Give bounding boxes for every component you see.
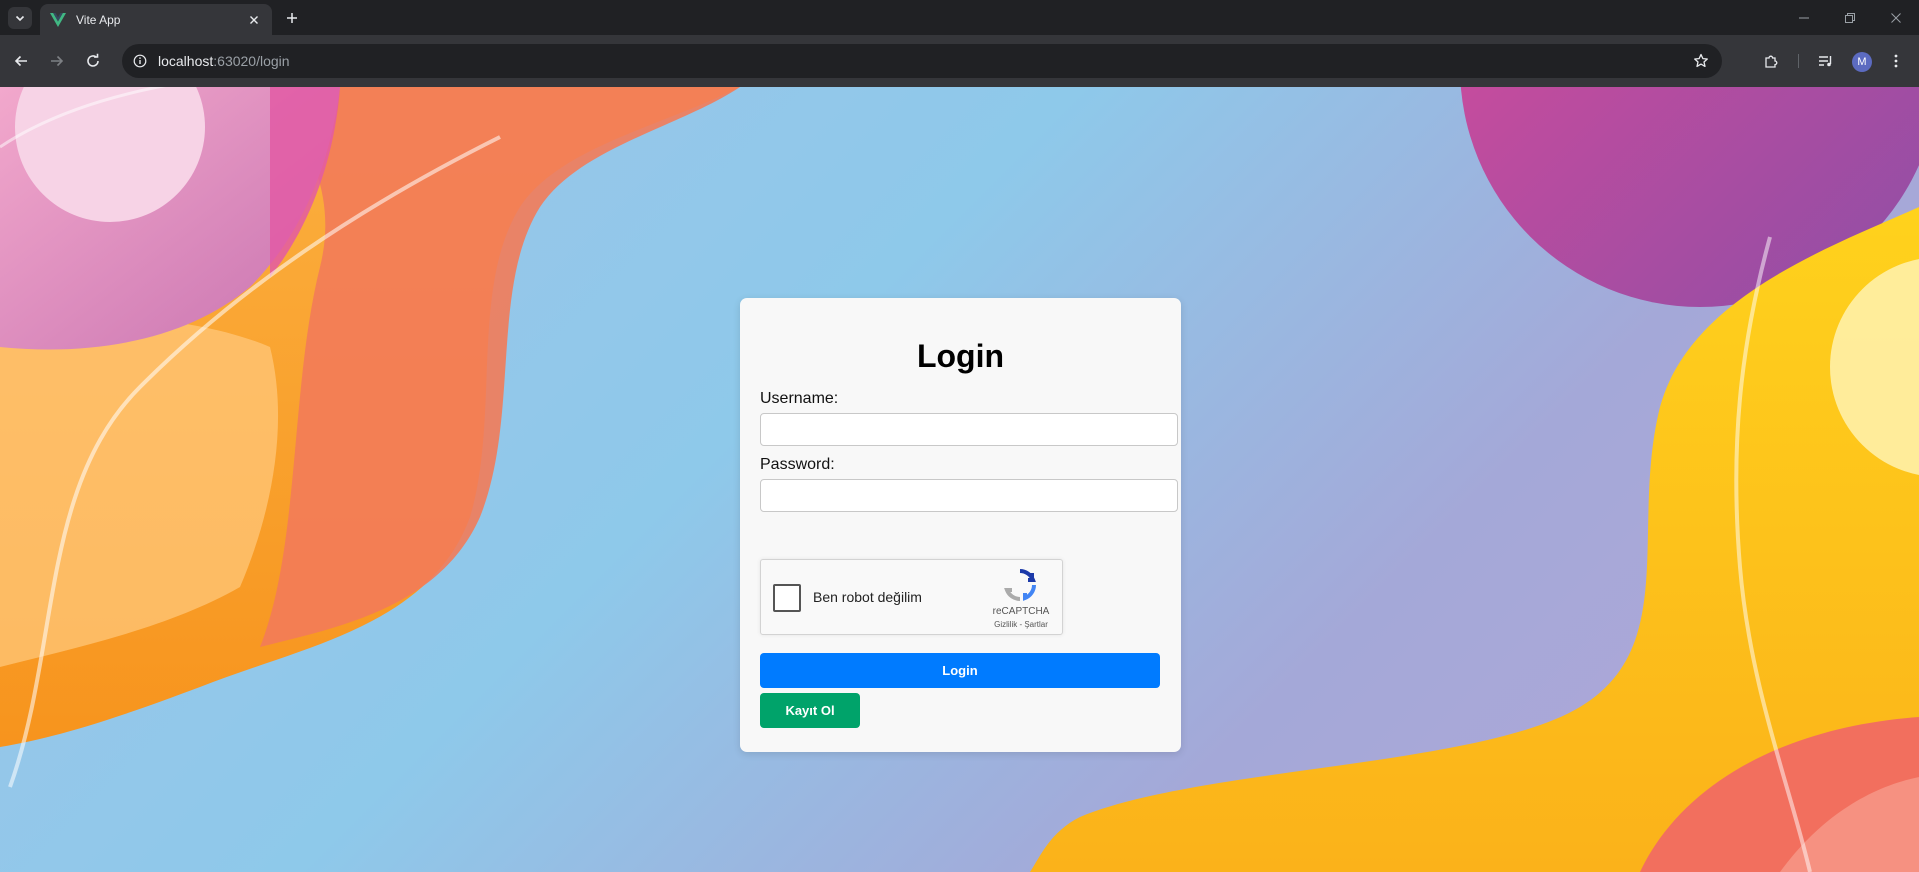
playlist-icon: [1819, 56, 1832, 67]
recaptcha-widget: Ben robot değilim reCAPTCHA Gizlilik - Ş…: [760, 559, 1063, 635]
kebab-menu-icon: [1894, 54, 1898, 68]
close-icon: [1891, 13, 1901, 23]
minimize-icon: [1799, 17, 1809, 19]
address-bar[interactable]: localhost:63020/login: [122, 44, 1722, 78]
recaptcha-checkbox[interactable]: [773, 584, 801, 612]
reload-button[interactable]: [83, 51, 103, 71]
minimize-button[interactable]: [1794, 8, 1814, 28]
tab-vite-app[interactable]: Vite App: [40, 4, 272, 35]
password-label: Password:: [760, 456, 835, 473]
chevron-down-icon: [15, 15, 25, 22]
url-host: localhost: [158, 53, 214, 69]
back-button[interactable]: [11, 51, 31, 71]
profile-avatar[interactable]: M: [1852, 52, 1872, 72]
restore-button[interactable]: [1840, 8, 1860, 28]
url-text: localhost:63020/login: [158, 53, 1692, 69]
browser-menu-button[interactable]: [1886, 51, 1906, 71]
recaptcha-label: Ben robot değilim: [813, 589, 922, 605]
arrow-left-icon: [14, 55, 27, 67]
tab-close-button[interactable]: [246, 12, 262, 28]
forward-button[interactable]: [47, 51, 67, 71]
username-input[interactable]: [760, 413, 1178, 446]
info-icon: [133, 54, 147, 68]
site-info-button[interactable]: [132, 53, 148, 69]
page-viewport: Login Username: Password: Ben robot deği…: [0, 87, 1919, 872]
tab-search-button[interactable]: [8, 7, 32, 29]
tab-strip: Vite App: [0, 0, 1919, 35]
register-button[interactable]: Kayıt Ol: [760, 693, 860, 728]
username-label: Username:: [760, 390, 839, 407]
new-tab-button[interactable]: [282, 8, 302, 28]
url-path: :63020/login: [213, 53, 290, 69]
login-card: Login Username: Password: Ben robot deği…: [740, 298, 1181, 752]
page-title: Login: [916, 338, 1005, 374]
restore-icon: [1845, 13, 1855, 23]
reload-icon: [87, 53, 99, 67]
toolbar-separator: [1798, 54, 1799, 68]
extensions-button[interactable]: [1762, 51, 1782, 71]
close-window-button[interactable]: [1886, 8, 1906, 28]
recaptcha-brand: reCAPTCHA: [992, 606, 1050, 617]
recaptcha-logo-icon: [1004, 569, 1036, 601]
puzzle-icon: [1765, 55, 1778, 68]
close-icon: [250, 15, 258, 24]
plus-icon: [287, 13, 297, 23]
vue-logo-icon: [50, 12, 66, 27]
login-button[interactable]: Login: [760, 653, 1160, 688]
bookmark-button[interactable]: [1692, 52, 1710, 70]
password-input[interactable]: [760, 479, 1178, 512]
recaptcha-terms-link[interactable]: Gizlilik - Şartlar: [983, 620, 1059, 629]
arrow-right-icon: [51, 55, 64, 67]
media-controls-button[interactable]: [1816, 51, 1836, 71]
star-icon: [1694, 53, 1708, 68]
browser-toolbar: localhost:63020/login M: [0, 35, 1919, 87]
tab-title: Vite App: [76, 12, 121, 27]
